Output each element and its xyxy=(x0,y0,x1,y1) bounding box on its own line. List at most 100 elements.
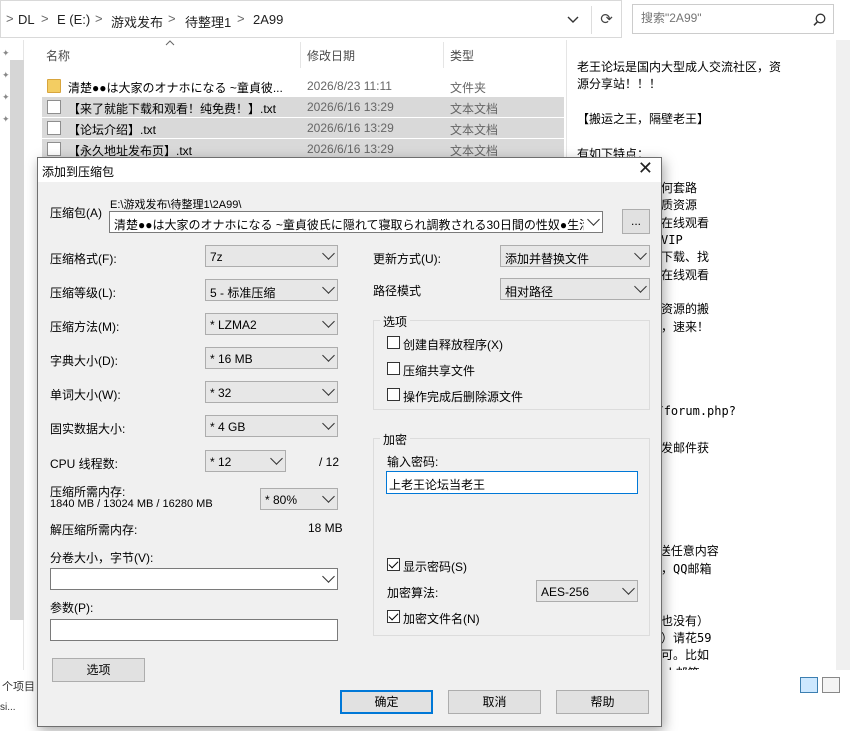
close-icon[interactable]: ✕ xyxy=(638,158,653,179)
file-row[interactable]: 清楚●●は大家のオナホになる ~童貞彼... 2026/8/23 11:11 文… xyxy=(42,76,564,96)
params-input[interactable] xyxy=(50,619,338,641)
enc-method-select[interactable]: AES-256 xyxy=(536,580,638,602)
file-date: 2026/8/23 11:11 xyxy=(307,79,392,93)
format-select[interactable]: 7z xyxy=(205,245,338,267)
chevron-down-icon xyxy=(634,247,647,260)
search-input[interactable] xyxy=(641,11,811,25)
column-header-date[interactable]: 修改日期 xyxy=(307,47,355,64)
dialog-titlebar[interactable]: 添加到压缩包 ✕ xyxy=(38,158,661,182)
method-select[interactable]: * LZMA2 xyxy=(205,313,338,335)
text-file-icon xyxy=(47,121,61,135)
browse-button[interactable]: ... xyxy=(622,209,650,234)
file-row[interactable]: 【论坛介绍】.txt 2026/6/16 13:29 文本文档 xyxy=(42,118,564,138)
options-button[interactable]: 选项 xyxy=(52,658,145,682)
dict-value: * 16 MB xyxy=(210,352,253,366)
breadcrumb-folder-3[interactable]: 2A99 xyxy=(253,12,283,27)
word-value: * 32 xyxy=(210,386,232,400)
sfx-label[interactable]: 创建自释放程序(X) xyxy=(403,336,503,353)
archive-path: E:\游戏发布\待整理1\2A99\ xyxy=(110,199,242,211)
status-fragment: si... xyxy=(0,702,16,713)
preview-line: 老王论坛是国内大型成人交流社区，资 xyxy=(577,60,782,74)
mem-select[interactable]: * 80% xyxy=(260,488,338,510)
update-select[interactable]: 添加并替换文件 xyxy=(500,245,650,267)
method-label: 压缩方法(M): xyxy=(50,320,120,334)
file-type: 文本文档 xyxy=(450,123,499,137)
chevron-down-icon xyxy=(322,383,335,396)
dict-label: 字典大小(D): xyxy=(50,354,118,368)
breadcrumb-dl[interactable]: DL xyxy=(18,12,35,27)
ok-button[interactable]: 确定 xyxy=(340,690,433,714)
show-password-label[interactable]: 显示密码(S) xyxy=(403,558,467,575)
update-label: 更新方式(U): xyxy=(373,252,441,266)
tiles-view-icon[interactable] xyxy=(822,677,840,693)
file-date: 2026/6/16 13:29 xyxy=(307,142,394,156)
breadcrumb-folder-2[interactable]: 待整理1 xyxy=(185,12,231,31)
encrypt-names-label[interactable]: 加密文件名(N) xyxy=(403,610,480,627)
path-select[interactable]: 相对路径 xyxy=(500,278,650,300)
column-header-type[interactable]: 类型 xyxy=(450,47,474,64)
address-dropdown-icon[interactable] xyxy=(567,15,579,25)
shared-checkbox[interactable] xyxy=(387,362,400,375)
file-row[interactable]: 【永久地址发布页】.txt 2026/6/16 13:29 文本文档 xyxy=(42,139,564,159)
chevron-down-icon[interactable] xyxy=(322,570,335,583)
chevron-down-icon xyxy=(634,280,647,293)
show-password-checkbox[interactable] xyxy=(387,558,400,571)
path-value: 相对路径 xyxy=(505,285,554,299)
preview-scrollbar[interactable] xyxy=(836,40,850,670)
shared-label[interactable]: 压缩共享文件 xyxy=(403,362,475,379)
refresh-icon[interactable]: ⟳ xyxy=(591,6,621,34)
file-row[interactable]: 【来了就能下载和观看！纯免费！】.txt 2026/6/16 13:29 文本文… xyxy=(42,97,564,117)
level-select[interactable]: 5 - 标准压缩 xyxy=(205,279,338,301)
search-box[interactable] xyxy=(632,4,834,34)
cpu-label: CPU 线程数: xyxy=(50,457,119,471)
options-group-title: 选项 xyxy=(380,313,411,330)
params-label: 参数(P): xyxy=(50,601,94,615)
text-file-icon xyxy=(47,100,61,114)
text-file-icon xyxy=(47,142,61,156)
word-select[interactable]: * 32 xyxy=(205,381,338,403)
preview-line: 【搬运之王，隔壁老王】 xyxy=(577,111,710,126)
sfx-checkbox[interactable] xyxy=(387,336,400,349)
preview-line: 源分享站！！！ xyxy=(577,77,662,92)
cpu-value: * 12 xyxy=(210,455,232,469)
breadcrumb-drive[interactable]: E (E:) xyxy=(57,12,90,27)
archive-name-value: 清楚●●は大家のオナホになる ~童貞彼氏に隠れて寝取られ調教される30日間の性奴… xyxy=(114,218,584,232)
encrypt-names-checkbox[interactable] xyxy=(387,610,400,623)
chevron-down-icon[interactable] xyxy=(587,213,600,226)
cpu-total: / 12 xyxy=(319,455,340,469)
breadcrumb-chevron-icon: > xyxy=(6,11,14,26)
search-icon[interactable] xyxy=(813,13,826,26)
file-name: 【论坛介绍】.txt xyxy=(68,123,157,137)
volume-label: 分卷大小，字节(V): xyxy=(50,551,154,565)
dict-select[interactable]: * 16 MB xyxy=(205,347,338,369)
file-name: 清楚●●は大家のオナホになる ~童貞彼... xyxy=(68,81,283,95)
pin-icon: ✦ xyxy=(2,114,10,124)
delete-source-label[interactable]: 操作完成后删除源文件 xyxy=(403,388,523,405)
breadcrumb-sep: > xyxy=(41,11,49,26)
nav-scrollbar[interactable] xyxy=(10,60,24,620)
details-view-icon[interactable] xyxy=(800,677,818,693)
pin-icon: ✦ xyxy=(2,48,10,58)
delete-source-checkbox[interactable] xyxy=(387,388,400,401)
password-input[interactable]: 上老王论坛当老王 xyxy=(386,471,638,494)
mem-detail: 1840 MB / 13024 MB / 16280 MB xyxy=(50,498,213,510)
chevron-down-icon xyxy=(322,315,335,328)
cpu-select[interactable]: * 12 xyxy=(205,450,286,472)
chevron-down-icon xyxy=(322,490,335,503)
password-value: 上老王论坛当老王 xyxy=(389,478,486,492)
cancel-button[interactable]: 取消 xyxy=(448,690,541,714)
status-item-count: 个项目 xyxy=(2,681,35,693)
column-divider[interactable] xyxy=(443,42,444,68)
breadcrumb-folder-1[interactable]: 游戏发布 xyxy=(111,12,163,31)
volume-combo[interactable] xyxy=(50,568,338,590)
archive-name-combo[interactable]: 清楚●●は大家のオナホになる ~童貞彼氏に隠れて寝取られ調教される30日間の性奴… xyxy=(109,211,603,233)
pin-icon: ✦ xyxy=(2,92,10,102)
address-bar[interactable]: > DL > E (E:) > 游戏发布 > 待整理1 > 2A99 ⟳ xyxy=(0,0,622,38)
enc-method-label: 加密算法: xyxy=(387,586,439,600)
column-divider[interactable] xyxy=(300,42,301,68)
column-header-name[interactable]: 名称 xyxy=(46,47,70,64)
level-label: 压缩等级(L): xyxy=(50,286,117,300)
help-button[interactable]: 帮助 xyxy=(556,690,649,714)
enc-method-value: AES-256 xyxy=(541,585,590,599)
solid-select[interactable]: * 4 GB xyxy=(205,415,338,437)
